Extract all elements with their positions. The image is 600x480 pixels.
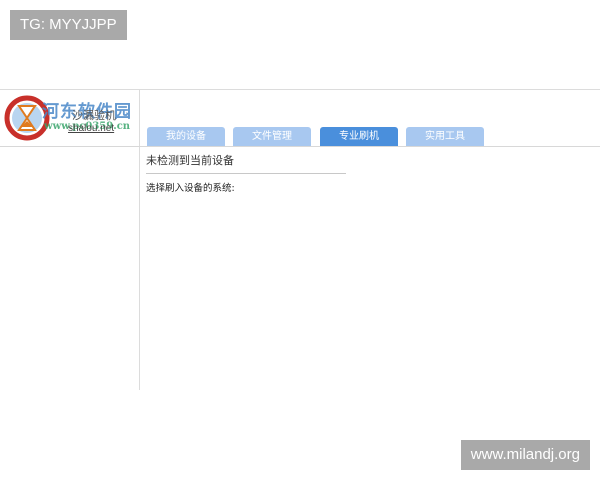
status-divider	[146, 173, 346, 174]
app-site-link[interactable]: shalou.net	[68, 123, 114, 134]
tab-file-management[interactable]: 文件管理	[233, 127, 311, 147]
header-bottom-border	[0, 146, 600, 147]
tab-my-devices[interactable]: 我的设备	[147, 127, 225, 147]
flash-panel: 未检测到当前设备 选择刷入设备的系统:	[146, 153, 596, 196]
watermark-url-label: www.milandj.org	[460, 440, 590, 470]
app-window: 河东软件园 沙漏验机 www.pc0359.cn shalou.net 我的设备…	[0, 89, 600, 391]
app-logo: 河东软件园 沙漏验机 www.pc0359.cn shalou.net	[4, 93, 138, 145]
sidebar-divider	[139, 90, 140, 390]
device-status-text: 未检测到当前设备	[146, 154, 234, 167]
tab-pro-flashing[interactable]: 专业刷机	[320, 127, 398, 147]
tab-utility-tools[interactable]: 实用工具	[406, 127, 484, 147]
watermark-tag-label: TG: MYYJJPP	[10, 10, 127, 40]
window-top-border	[0, 89, 600, 90]
system-select-label: 选择刷入设备的系统:	[146, 183, 235, 194]
